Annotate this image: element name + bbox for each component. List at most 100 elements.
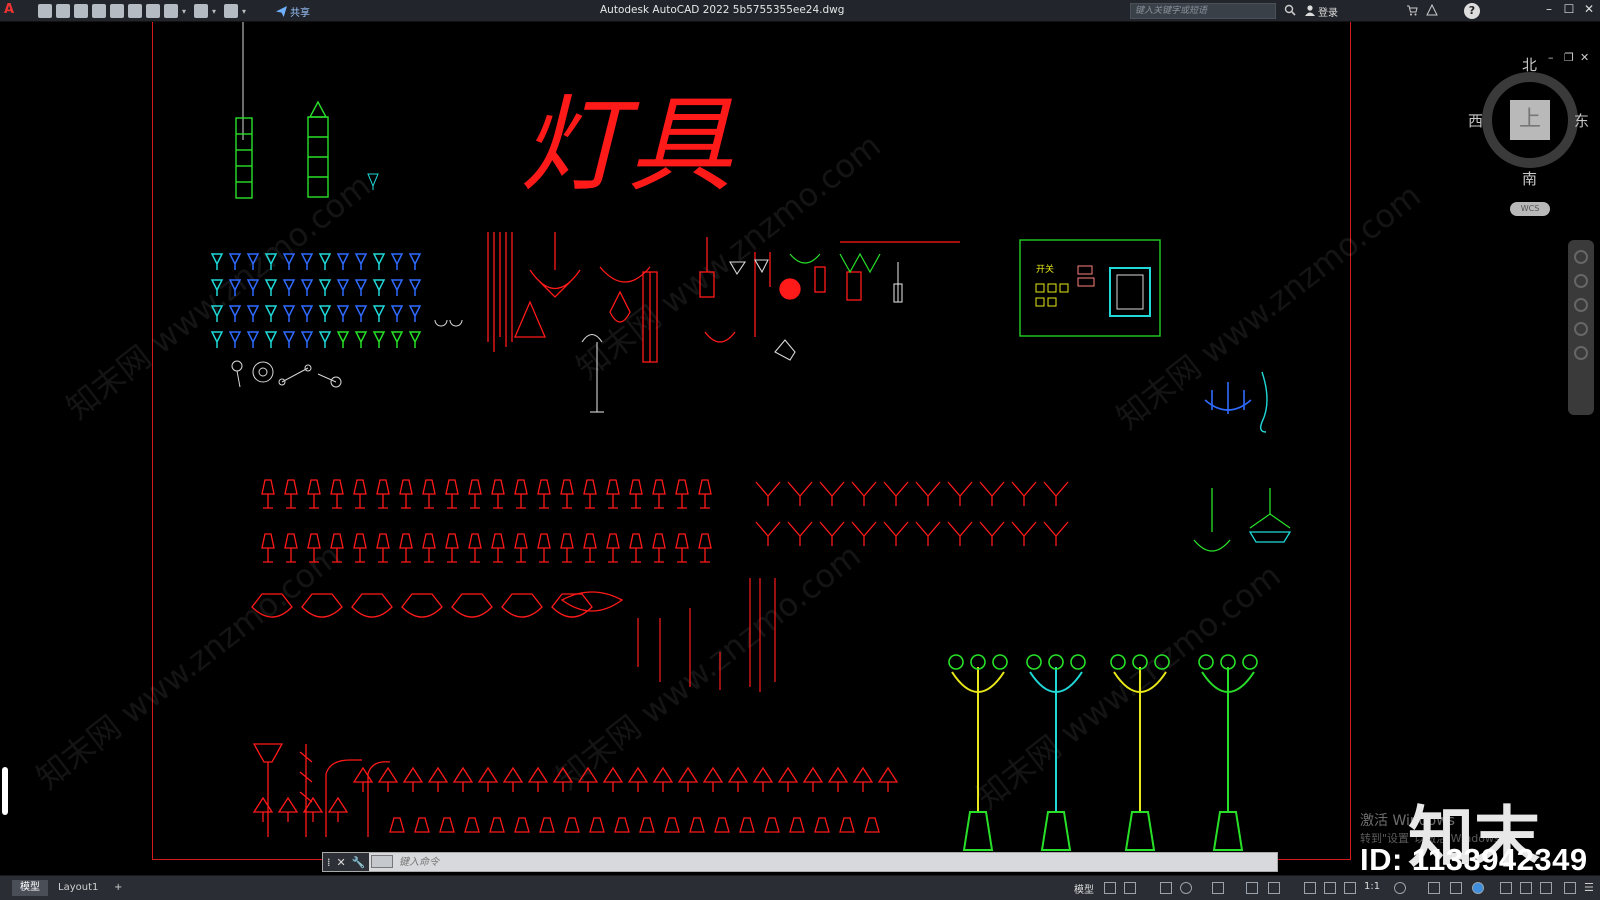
print-icon[interactable] [146, 4, 160, 18]
table-lamp-mark [583, 533, 597, 563]
wall-sconce-mark [1043, 481, 1069, 506]
close-command-icon[interactable]: ✕ [337, 856, 346, 869]
outdoor-lamp-mark [527, 766, 549, 792]
login-button[interactable]: 登录 [1318, 4, 1338, 19]
view-cube-top-face[interactable]: 上 [1510, 100, 1550, 140]
object-snap-icon[interactable] [1246, 882, 1258, 894]
autodesk-app-icon[interactable] [1426, 4, 1438, 16]
zoom-icon[interactable] [1574, 298, 1588, 312]
viewport-minimize-icon[interactable]: – [1548, 51, 1554, 64]
fullscreen-icon[interactable] [1540, 882, 1552, 894]
wall-sconce-mark [947, 521, 973, 546]
lineweight-icon[interactable] [1268, 882, 1280, 894]
scroll-handle[interactable] [2, 767, 8, 815]
compass-north[interactable]: 北 [1522, 54, 1537, 75]
lamp-base [1212, 811, 1244, 851]
wall-sconce-mark [915, 521, 941, 546]
close-button[interactable]: ✕ [1580, 2, 1598, 16]
pan-icon[interactable] [1574, 274, 1588, 288]
id-watermark: ID: 1133942349 [1360, 842, 1588, 877]
customize-dropdown-icon[interactable]: ▾ [242, 7, 250, 16]
steering-wheel-icon[interactable] [1574, 250, 1588, 264]
view-cube[interactable]: 上 北 南 东 西 [1468, 56, 1590, 190]
maximize-button[interactable]: ☐ [1560, 2, 1578, 16]
ceiling-lamp-mark [560, 591, 624, 612]
wall-lamp-mark [354, 305, 368, 322]
search-input[interactable]: 键入关键字或短语 [1130, 3, 1276, 19]
customize-icon[interactable]: 🔧 [352, 856, 366, 869]
annotation-scale-value[interactable]: 1:1 [1364, 881, 1380, 892]
wall-lamp-mark [354, 253, 368, 270]
cart-icon[interactable] [1406, 4, 1418, 16]
annotation-scale-icon[interactable] [1344, 882, 1356, 894]
share-label: 共享 [290, 8, 310, 19]
grid-icon[interactable] [1104, 882, 1116, 894]
blue-hanging-lamp [1259, 371, 1268, 433]
search-icon[interactable] [1284, 4, 1296, 16]
redo-dropdown-icon[interactable]: ▾ [212, 7, 220, 16]
plot-icon[interactable] [110, 4, 124, 18]
annotation-visibility-icon[interactable] [1304, 882, 1316, 894]
save-icon[interactable] [74, 4, 88, 18]
isolate-icon[interactable] [1450, 882, 1462, 894]
publish-icon[interactable] [128, 4, 142, 18]
share-button[interactable]: 共享 [276, 4, 310, 19]
snap-icon[interactable] [1124, 882, 1136, 894]
app-logo-icon[interactable]: A [4, 2, 20, 18]
plus-icon[interactable] [1428, 882, 1440, 894]
redo-icon[interactable] [194, 4, 208, 18]
grip-icon[interactable]: ⁞ [327, 856, 331, 869]
outdoor-lamp-mark [402, 766, 424, 792]
gear-icon[interactable] [1394, 882, 1406, 894]
print-icon[interactable] [1500, 882, 1512, 894]
ceiling-lamp-mark [251, 593, 293, 618]
clean-screen-icon[interactable] [1520, 882, 1532, 894]
bollard-lamp-mark [739, 817, 755, 833]
model-space-button[interactable]: 模型 [1074, 881, 1094, 896]
wall-lamp-mark [246, 279, 260, 296]
lamp-globe [1132, 654, 1148, 670]
add-layout-button[interactable]: + [106, 880, 130, 896]
window-icon[interactable] [1564, 882, 1576, 894]
help-button[interactable]: ? [1464, 3, 1480, 19]
tab-layout1[interactable]: Layout1 [50, 880, 106, 896]
ortho-icon[interactable] [1160, 882, 1172, 894]
tab-model[interactable]: 模型 [12, 880, 48, 896]
table-lamp-mark [353, 533, 367, 563]
wall-lamp-mark [318, 305, 332, 322]
lamp-base [1124, 811, 1156, 851]
undo-dropdown-icon[interactable]: ▾ [182, 7, 190, 16]
compass-east[interactable]: 东 [1574, 110, 1589, 131]
workspace-icon[interactable] [224, 4, 238, 18]
table-lamp-mark [491, 533, 505, 563]
command-line[interactable]: ⁞ ✕ 🔧 [322, 852, 1278, 872]
compass-south[interactable]: 南 [1522, 168, 1537, 189]
wcs-menu[interactable]: WCS [1510, 202, 1550, 216]
table-lamp-mark [399, 533, 413, 563]
navigation-bar[interactable] [1568, 240, 1594, 415]
new-file-icon[interactable] [38, 4, 52, 18]
undo-icon[interactable] [164, 4, 178, 18]
viewport-restore-icon[interactable]: ❐ [1564, 51, 1574, 64]
menu-icon[interactable]: ☰ [1584, 882, 1596, 894]
save-as-icon[interactable] [92, 4, 106, 18]
table-lamp-mark [422, 479, 436, 509]
user-icon[interactable] [1304, 4, 1316, 16]
viewport-close-icon[interactable]: ✕ [1580, 51, 1589, 64]
polar-icon[interactable] [1180, 882, 1192, 894]
isodraft-icon[interactable] [1212, 882, 1224, 894]
bollard-lamp-mark [389, 817, 405, 833]
orbit-icon[interactable] [1574, 322, 1588, 336]
outdoor-lamp-mark [677, 766, 699, 792]
hardware-acceleration-icon[interactable] [1472, 882, 1484, 894]
showmotion-icon[interactable] [1574, 346, 1588, 360]
drawing-canvas[interactable]: 知末网 www.znzmo.com 知末网 www.znzmo.com 知末网 … [0, 22, 1600, 875]
send-icon [276, 6, 287, 17]
compass-west[interactable]: 西 [1468, 110, 1483, 131]
minimize-button[interactable]: – [1540, 2, 1558, 16]
wall-lamp-mark [246, 305, 260, 322]
open-file-icon[interactable] [56, 4, 70, 18]
command-prompt-icon[interactable] [371, 855, 393, 868]
command-input[interactable] [397, 853, 1257, 871]
autoscale-icon[interactable] [1324, 882, 1336, 894]
